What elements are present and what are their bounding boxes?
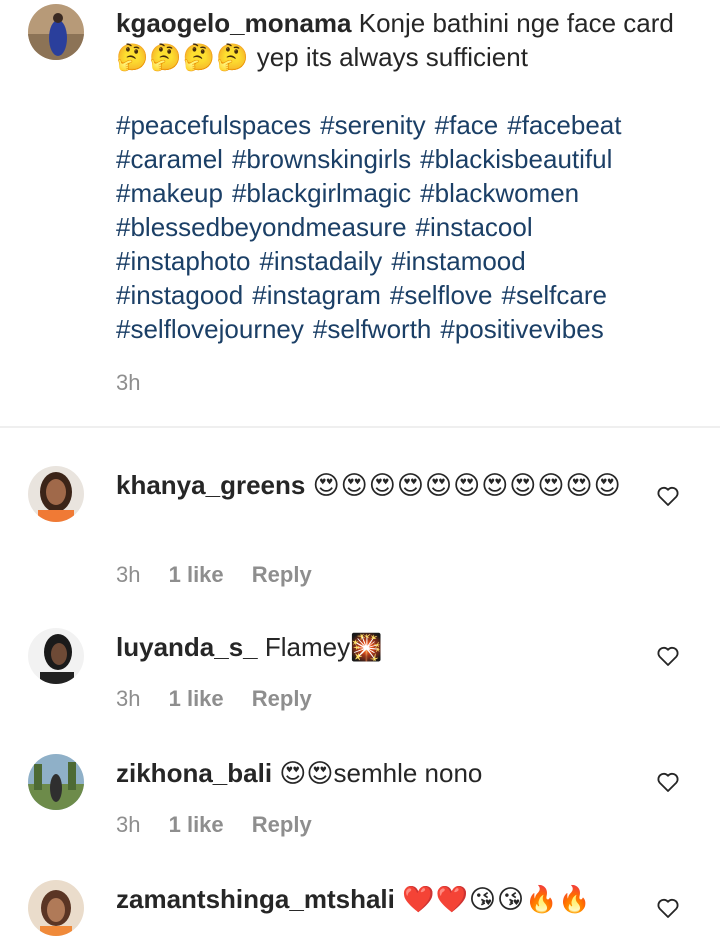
avatar[interactable] — [28, 466, 84, 522]
comment-meta: 3h 1 like Reply — [116, 686, 334, 712]
comment-body: 😍😍😍😍😍😍😍😍😍😍😍 — [312, 470, 622, 500]
comment-likes[interactable]: 1 like — [169, 812, 224, 837]
caption-text: kgaogelo_monama Konje bathini nge face c… — [116, 6, 696, 74]
heart-outline-icon[interactable] — [656, 484, 680, 508]
divider — [0, 426, 720, 428]
comment-body: Flamey🎇 — [264, 632, 383, 662]
hashtag[interactable]: #makeup — [116, 178, 223, 208]
hashtag[interactable]: #peacefulspaces — [116, 110, 311, 140]
reply-button[interactable]: Reply — [252, 562, 312, 587]
hashtag[interactable]: #instadaily — [259, 246, 382, 276]
caption-body-end: yep its always sufficient — [249, 42, 528, 72]
hashtag[interactable]: #positivevibes — [440, 314, 603, 344]
hashtag[interactable]: #face — [435, 110, 499, 140]
comment-username[interactable]: luyanda_s_ — [116, 632, 258, 662]
comment-text: khanya_greens 😍😍😍😍😍😍😍😍😍😍😍 — [116, 468, 636, 502]
hashtag[interactable]: #selfworth — [313, 314, 432, 344]
comment-timestamp: 3h — [116, 562, 141, 587]
comment-text: zamantshinga_mtshali ❤️❤️😘😘🔥🔥 — [116, 882, 636, 916]
comment-body: 😍😍semhle nono — [279, 758, 483, 788]
hashtag[interactable]: #instacool — [416, 212, 533, 242]
avatar[interactable] — [28, 754, 84, 810]
hashtag[interactable]: #instagram — [252, 280, 381, 310]
comment-username[interactable]: zamantshinga_mtshali — [116, 884, 395, 914]
comment-username[interactable]: khanya_greens — [116, 470, 305, 500]
hashtag[interactable]: #serenity — [320, 110, 426, 140]
hashtag[interactable]: #instagood — [116, 280, 243, 310]
hashtag[interactable]: #blackisbeautiful — [420, 144, 612, 174]
hashtag[interactable]: #instaphoto — [116, 246, 250, 276]
comment-text: zikhona_bali 😍😍semhle nono — [116, 756, 636, 790]
avatar[interactable] — [28, 628, 84, 684]
hashtag[interactable]: #caramel — [116, 144, 223, 174]
caption-emoji: 🤔🤔🤔🤔 — [116, 42, 250, 72]
comment-timestamp: 3h — [116, 686, 141, 711]
reply-button[interactable]: Reply — [252, 686, 312, 711]
comment-timestamp: 3h — [116, 812, 141, 837]
hashtag[interactable]: #selflove — [390, 280, 493, 310]
comment-username[interactable]: zikhona_bali — [116, 758, 272, 788]
post-caption: kgaogelo_monama Konje bathini nge face c… — [0, 0, 720, 426]
hashtag[interactable]: #blessedbeyondmeasure — [116, 212, 407, 242]
caption-body: Konje bathini nge face card — [358, 8, 674, 38]
hashtag[interactable]: #facebeat — [507, 110, 621, 140]
caption-timestamp: 3h — [116, 370, 141, 395]
comment-body: ❤️❤️😘😘🔥🔥 — [402, 884, 592, 914]
hashtag[interactable]: #selflovejourney — [116, 314, 304, 344]
comment-meta: 3h 1 like Reply — [116, 562, 334, 588]
caption-author-avatar[interactable] — [28, 4, 84, 60]
heart-outline-icon[interactable] — [656, 644, 680, 668]
heart-outline-icon[interactable] — [656, 896, 680, 920]
comment-likes[interactable]: 1 like — [169, 562, 224, 587]
hashtag[interactable]: #blackwomen — [420, 178, 579, 208]
hashtag[interactable]: #instamood — [391, 246, 525, 276]
hashtag-list: #peacefulspaces #serenity #face #facebeat #… — [116, 108, 706, 346]
heart-outline-icon[interactable] — [656, 770, 680, 794]
comment-likes[interactable]: 1 like — [169, 686, 224, 711]
hashtag[interactable]: #brownskingirls — [232, 144, 411, 174]
comment-text: luyanda_s_ Flamey🎇 — [116, 630, 636, 664]
caption-username[interactable]: kgaogelo_monama — [116, 8, 352, 38]
comment-meta: 3h 1 like Reply — [116, 812, 334, 838]
reply-button[interactable]: Reply — [252, 812, 312, 837]
hashtag[interactable]: #selfcare — [501, 280, 607, 310]
hashtag[interactable]: #blackgirlmagic — [232, 178, 411, 208]
